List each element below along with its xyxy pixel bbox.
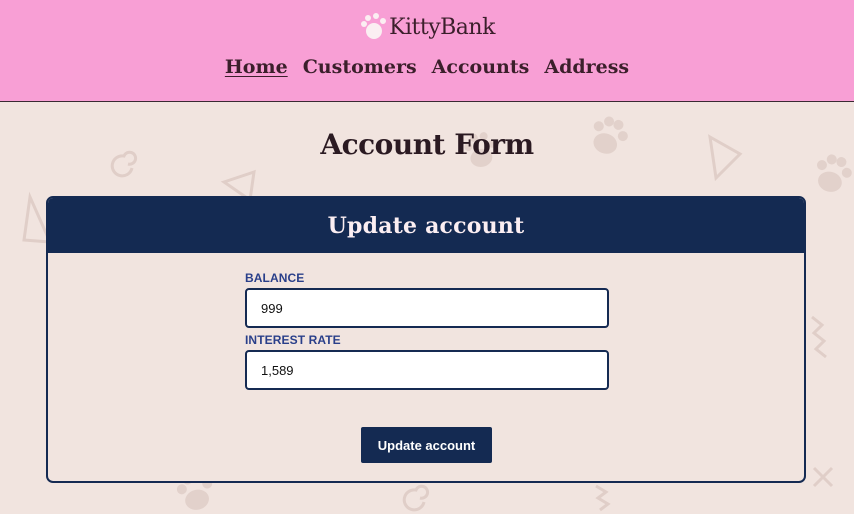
balance-field-group: BALANCE: [245, 271, 609, 328]
squiggle-shape: [595, 484, 611, 512]
balance-input[interactable]: [245, 288, 609, 328]
update-account-button[interactable]: Update account: [361, 427, 492, 463]
nav-address[interactable]: Address: [544, 56, 629, 78]
paw-icon: [361, 13, 387, 39]
spiral-shape: [402, 484, 430, 512]
account-form-card: Update account BALANCE INTEREST RATE Upd…: [46, 196, 806, 483]
brand-name: KittyBank: [389, 14, 495, 40]
balance-label: BALANCE: [245, 271, 305, 285]
interest-rate-field-group: INTEREST RATE: [245, 333, 609, 390]
main-nav: Home Customers Accounts Address: [0, 56, 854, 78]
interest-rate-label: INTEREST RATE: [245, 333, 341, 347]
cross-shape: [812, 466, 834, 488]
nav-customers[interactable]: Customers: [303, 56, 417, 78]
site-header: KittyBank Home Customers Accounts Addres…: [0, 0, 854, 102]
nav-home[interactable]: Home: [225, 56, 288, 78]
interest-rate-input[interactable]: [245, 350, 609, 390]
nav-accounts[interactable]: Accounts: [432, 56, 530, 78]
squiggle-shape: [811, 315, 827, 359]
page-title: Account Form: [320, 128, 534, 161]
brand[interactable]: KittyBank: [0, 12, 854, 42]
card-header: Update account: [48, 198, 804, 253]
form-heading: Update account: [327, 212, 525, 239]
